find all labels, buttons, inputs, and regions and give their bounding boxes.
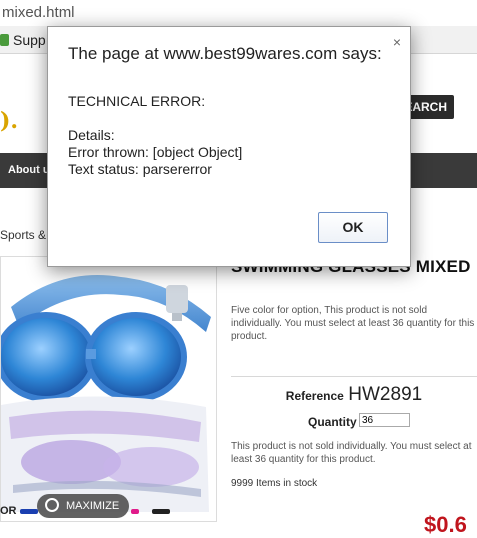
min-quantity-note: This product is not sold individually. Y… bbox=[231, 441, 472, 465]
dialog-line: Error thrown: [object Object] bbox=[68, 144, 243, 160]
dialog-line: TECHNICAL ERROR: bbox=[68, 93, 206, 109]
search-button[interactable]: EARCH bbox=[404, 95, 454, 119]
bookmark-item[interactable]: Supp bbox=[0, 30, 46, 50]
reference-label: Reference bbox=[285, 389, 344, 403]
dialog-line bbox=[68, 110, 242, 127]
quantity-label: Quantity bbox=[308, 415, 357, 429]
alert-dialog: The page at www.best99wares.com says: × … bbox=[47, 26, 411, 267]
reference-row: Reference HW2891 bbox=[231, 384, 477, 406]
color-swatch[interactable] bbox=[131, 509, 139, 514]
stock-status: 9999 Items in stock bbox=[231, 478, 318, 489]
bookmark-label: Supp bbox=[13, 32, 46, 48]
breadcrumb[interactable]: Sports & bbox=[0, 228, 46, 242]
product-photo bbox=[1, 275, 211, 512]
ok-button[interactable]: OK bbox=[318, 212, 388, 243]
browser-url-bar[interactable]: mixed.html bbox=[0, 0, 477, 26]
product-description-text: Five color for option, This product is n… bbox=[231, 305, 475, 342]
maximize-button[interactable]: MAXIMIZE bbox=[37, 494, 129, 518]
dialog-message: TECHNICAL ERROR: Details: Error thrown: … bbox=[68, 93, 242, 178]
price: $0.6 bbox=[424, 512, 467, 537]
dialog-line: Text status: parsererror bbox=[68, 161, 212, 177]
url-text: mixed.html bbox=[2, 4, 75, 21]
reference-value: HW2891 bbox=[348, 384, 423, 405]
product-image[interactable] bbox=[0, 256, 217, 522]
product-description: Five color for option, This product is n… bbox=[231, 304, 477, 343]
bookmark-icon bbox=[0, 34, 9, 46]
dialog-line: Details: bbox=[68, 127, 115, 143]
divider bbox=[231, 376, 477, 377]
dialog-title: The page at www.best99wares.com says: bbox=[68, 44, 382, 63]
site-logo[interactable]: ). bbox=[0, 106, 18, 136]
color-swatch[interactable] bbox=[20, 509, 38, 514]
color-label: OR bbox=[0, 505, 17, 517]
quantity-input[interactable]: 36 bbox=[359, 413, 410, 427]
maximize-label: MAXIMIZE bbox=[66, 500, 120, 512]
color-swatch[interactable] bbox=[152, 509, 170, 514]
close-icon[interactable]: × bbox=[390, 35, 404, 49]
zoom-icon bbox=[45, 498, 59, 512]
